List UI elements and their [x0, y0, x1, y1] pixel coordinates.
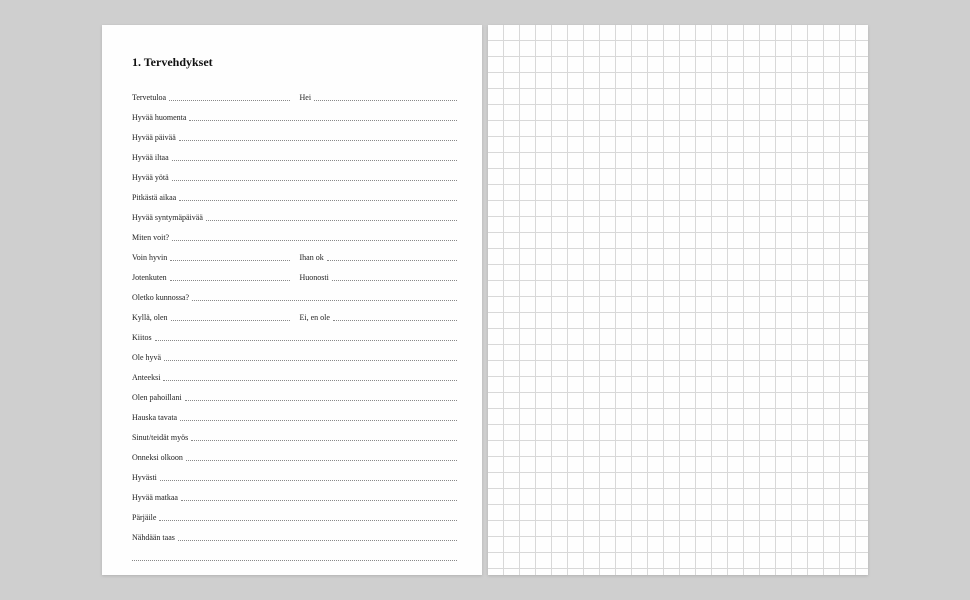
answer-line	[186, 460, 457, 461]
vocab-row: Tervetuloa Hei	[132, 88, 457, 102]
vocab-row	[132, 548, 457, 562]
term: Anteeksi	[132, 373, 163, 382]
answer-line	[155, 340, 457, 341]
answer-line	[132, 560, 457, 561]
term: Hyvää huomenta	[132, 113, 189, 122]
term: Tervetuloa	[132, 93, 169, 102]
term: Kyllä, olen	[132, 313, 171, 322]
vocab-row: Hyvää yötä	[132, 168, 457, 182]
answer-line	[163, 380, 457, 381]
vocab-row: Pärjäile	[132, 508, 457, 522]
term: Olen pahoillani	[132, 393, 185, 402]
answer-line	[159, 520, 457, 521]
term: Hyvää yötä	[132, 173, 172, 182]
term: Kiitos	[132, 333, 155, 342]
answer-line	[160, 480, 457, 481]
term: Nähdään taas	[132, 533, 178, 542]
vocab-row: Hyvää päivää	[132, 128, 457, 142]
section-heading: 1. Tervehdykset	[132, 55, 457, 70]
term: Hauska tavata	[132, 413, 180, 422]
answer-line	[185, 400, 457, 401]
term: Oletko kunnossa?	[132, 293, 192, 302]
page-spread: 1. Tervehdykset Tervetuloa Hei Hyvää huome…	[102, 25, 868, 575]
vocab-row: Kiitos	[132, 328, 457, 342]
term: Sinut/teidät myös	[132, 433, 191, 442]
term: Hyvää iltaa	[132, 153, 172, 162]
term: Pitkästä aikaa	[132, 193, 179, 202]
term: Huonosti	[300, 273, 332, 282]
vocab-row: Olen pahoillani	[132, 388, 457, 402]
term: Hyvästi	[132, 473, 160, 482]
term: Ole hyvä	[132, 353, 164, 362]
vocab-row: Pitkästä aikaa	[132, 188, 457, 202]
term: Hyvää matkaa	[132, 493, 181, 502]
answer-line	[172, 180, 457, 181]
answer-line	[327, 260, 457, 261]
vocab-row: Jotenkuten Huonosti	[132, 268, 457, 282]
vocab-list: Tervetuloa Hei Hyvää huomenta Hyvää päivää H…	[132, 88, 457, 562]
vocab-row: Kyllä, olen Ei, en ole	[132, 308, 457, 322]
answer-line	[172, 240, 457, 241]
vocab-row: Voin hyvin Ihan ok	[132, 248, 457, 262]
answer-line	[206, 220, 457, 221]
left-page: 1. Tervehdykset Tervetuloa Hei Hyvää huome…	[102, 25, 482, 575]
answer-line	[169, 100, 289, 101]
answer-line	[179, 200, 457, 201]
vocab-row: Ole hyvä	[132, 348, 457, 362]
vocab-row: Hyvää huomenta	[132, 108, 457, 122]
answer-line	[333, 320, 457, 321]
answer-line	[180, 420, 457, 421]
vocab-row: Hyvää iltaa	[132, 148, 457, 162]
answer-line	[332, 280, 457, 281]
term: Onneksi olkoon	[132, 453, 186, 462]
answer-line	[164, 360, 457, 361]
answer-line	[178, 540, 457, 541]
term: Hyvää syntymäpäivää	[132, 213, 206, 222]
answer-line	[179, 140, 457, 141]
term: Jotenkuten	[132, 273, 170, 282]
vocab-row: Nähdään taas	[132, 528, 457, 542]
answer-line	[170, 260, 289, 261]
vocab-row: Hyvää syntymäpäivää	[132, 208, 457, 222]
answer-line	[191, 440, 457, 441]
answer-line	[170, 280, 290, 281]
answer-line	[314, 100, 457, 101]
vocab-row: Sinut/teidät myös	[132, 428, 457, 442]
term: Ihan ok	[300, 253, 327, 262]
grid-paper	[488, 25, 868, 575]
term: Ei, en ole	[300, 313, 333, 322]
vocab-row: Miten voit?	[132, 228, 457, 242]
vocab-row: Oletko kunnossa?	[132, 288, 457, 302]
term: Hyvää päivää	[132, 133, 179, 142]
answer-line	[189, 120, 457, 121]
term: Hei	[300, 93, 315, 102]
term: Miten voit?	[132, 233, 172, 242]
vocab-row: Anteeksi	[132, 368, 457, 382]
term: Pärjäile	[132, 513, 159, 522]
answer-line	[192, 300, 457, 301]
vocab-row: Onneksi olkoon	[132, 448, 457, 462]
vocab-row: Hauska tavata	[132, 408, 457, 422]
answer-line	[172, 160, 457, 161]
term: Voin hyvin	[132, 253, 170, 262]
right-page	[488, 25, 868, 575]
answer-line	[171, 320, 290, 321]
vocab-row: Hyvää matkaa	[132, 488, 457, 502]
answer-line	[181, 500, 457, 501]
vocab-row: Hyvästi	[132, 468, 457, 482]
